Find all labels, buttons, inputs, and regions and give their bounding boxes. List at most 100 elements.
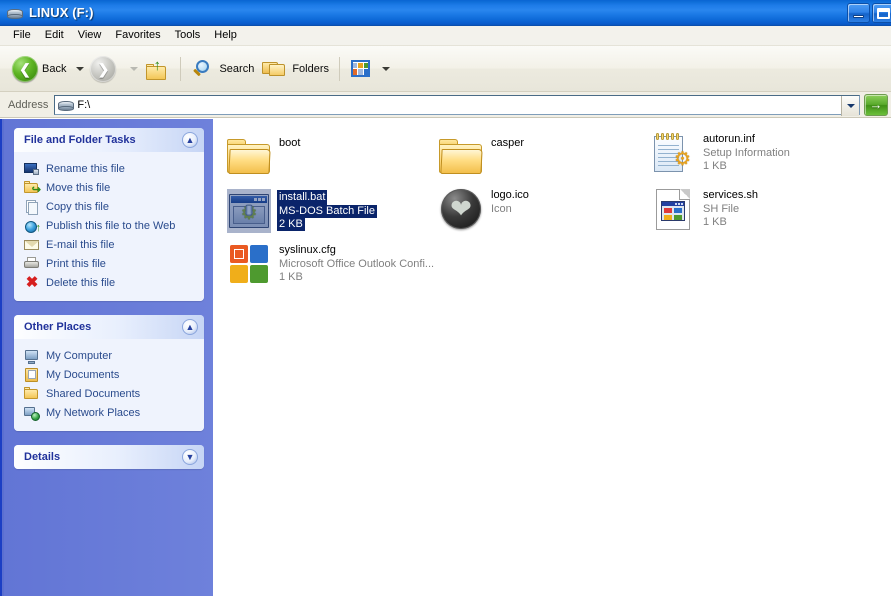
task-publish-this-file-to-the-web[interactable]: ↑ Publish this file to the Web: [24, 217, 196, 234]
address-dropdown-button[interactable]: [841, 95, 859, 116]
file-item-syslinux-cfg[interactable]: syslinux.cfg Microsoft Office Outlook Co…: [225, 240, 455, 288]
views-icon: [350, 59, 372, 79]
file-name: logo.ico: [491, 189, 529, 201]
task-delete-this-file[interactable]: ✖ Delete this file: [24, 274, 196, 291]
task-email-this-file[interactable]: E-mail this file: [24, 236, 196, 253]
my-computer-icon: [24, 348, 40, 364]
chevron-up-icon[interactable]: ▲: [182, 319, 198, 335]
file-item-install-bat[interactable]: install.bat MS-DOS Batch File 2 KB: [225, 187, 430, 235]
file-item-autorun-inf[interactable]: autorun.inf Setup Information 1 KB: [649, 129, 854, 177]
panel-header-details[interactable]: Details ▼: [14, 445, 204, 469]
file-type: SH File: [703, 203, 740, 215]
file-item-casper[interactable]: casper: [437, 133, 642, 181]
up-button[interactable]: ↑: [140, 52, 174, 86]
menu-item-favorites[interactable]: Favorites: [108, 27, 167, 44]
maximize-button[interactable]: [872, 3, 891, 23]
file-item-logo-ico[interactable]: ❤ logo.ico Icon: [437, 185, 642, 233]
setup-information-icon: [649, 129, 697, 177]
search-label: Search: [219, 62, 255, 75]
file-type: Icon: [491, 203, 512, 215]
task-label: Move this file: [46, 181, 111, 194]
rename-icon: [24, 161, 40, 177]
place-my-documents[interactable]: My Documents: [24, 366, 196, 383]
menu-item-edit[interactable]: Edit: [38, 27, 71, 44]
back-dropdown-icon[interactable]: [76, 66, 85, 71]
folders-label: Folders: [292, 62, 330, 75]
file-item-boot[interactable]: boot: [225, 133, 430, 181]
file-item-services-sh[interactable]: services.sh SH File 1 KB: [649, 185, 854, 233]
file-size: 1 KB: [703, 216, 727, 228]
globe-publish-icon: ↑: [24, 218, 41, 234]
menu-item-file[interactable]: File: [6, 27, 38, 44]
ms-office-icon: [225, 240, 273, 288]
task-pane: File and Folder Tasks ▲ Rename this file…: [0, 119, 213, 596]
menu-item-tools[interactable]: Tools: [168, 27, 208, 44]
place-my-network-places[interactable]: My Network Places: [24, 404, 196, 421]
file-size: 1 KB: [703, 160, 727, 172]
toolbar: ❮ Back ❯ ↑ Search Folders: [0, 46, 891, 92]
up-folder-icon: ↑: [144, 57, 170, 81]
file-size: 1 KB: [279, 271, 303, 283]
file-name: install.bat: [277, 190, 328, 205]
task-label: Delete this file: [46, 276, 116, 289]
menu-item-help[interactable]: Help: [207, 27, 244, 44]
minimize-button[interactable]: [847, 3, 870, 23]
go-arrow-icon: →: [869, 97, 883, 112]
place-my-computer[interactable]: My Computer: [24, 347, 196, 364]
file-type: Microsoft Office Outlook Confi...: [279, 258, 435, 270]
email-icon: [24, 237, 40, 253]
place-shared-documents[interactable]: Shared Documents: [24, 385, 196, 402]
task-print-this-file[interactable]: Print this file: [24, 255, 196, 272]
batch-file-icon: [225, 187, 273, 235]
cd-drive-icon: [7, 5, 23, 21]
network-places-icon: [24, 405, 40, 421]
minimize-icon: [853, 15, 864, 18]
search-button[interactable]: Search: [187, 52, 258, 86]
task-label: Rename this file: [46, 162, 125, 175]
task-move-this-file[interactable]: ↪ Move this file: [24, 179, 196, 196]
sh-file-icon: [649, 185, 697, 233]
maximize-icon: [877, 8, 890, 19]
task-label: Copy this file: [46, 200, 109, 213]
back-label: Back: [42, 62, 67, 75]
views-button[interactable]: [346, 52, 376, 86]
panel-body-other-places: My Computer My Documents Shared Document…: [14, 339, 204, 431]
toolbar-separator-2: [339, 56, 341, 81]
search-icon: [191, 58, 215, 80]
chevron-up-icon[interactable]: ▲: [182, 132, 198, 148]
panel-body-file-and-folder-tasks: Rename this file ↪ Move this file Copy t…: [14, 152, 204, 301]
address-input[interactable]: F:\: [54, 94, 860, 116]
file-list-pane[interactable]: boot casper ⚙ autorun.inf Setup Informat…: [213, 119, 891, 596]
task-label: E-mail this file: [46, 238, 115, 251]
panel-header-other-places[interactable]: Other Places ▲: [14, 315, 204, 339]
address-bar: Address F:\ →: [0, 92, 891, 118]
go-button[interactable]: →: [864, 93, 888, 116]
file-name: autorun.inf: [703, 133, 755, 145]
title-bar[interactable]: LINUX (F:): [0, 0, 891, 26]
folders-icon: [262, 58, 288, 80]
move-folder-icon: ↪: [24, 180, 41, 196]
task-copy-this-file[interactable]: Copy this file: [24, 198, 196, 215]
menu-bar: File Edit View Favorites Tools Help: [0, 26, 891, 46]
address-label: Address: [8, 98, 49, 111]
drive-icon: [58, 97, 75, 113]
place-label: My Documents: [46, 368, 120, 381]
panel-details: Details ▼: [14, 445, 204, 469]
panel-title: Other Places: [24, 321, 92, 333]
folder-icon: [437, 133, 485, 181]
panel-header-file-and-folder-tasks[interactable]: File and Folder Tasks ▲: [14, 128, 204, 152]
task-rename-this-file[interactable]: Rename this file: [24, 160, 196, 177]
file-name: casper: [491, 137, 525, 149]
window-controls: [847, 3, 891, 23]
my-documents-icon: [24, 367, 40, 383]
back-button[interactable]: ❮ Back: [8, 52, 70, 86]
folder-icon: [225, 133, 273, 181]
toolbar-separator: [180, 56, 182, 81]
folders-button[interactable]: Folders: [258, 52, 333, 86]
views-dropdown-icon[interactable]: [382, 66, 391, 71]
place-label: My Network Places: [46, 406, 141, 419]
forward-button[interactable]: ❯: [86, 52, 124, 86]
printer-icon: [24, 256, 40, 272]
menu-item-view[interactable]: View: [71, 27, 109, 44]
chevron-down-icon[interactable]: ▼: [182, 449, 198, 465]
